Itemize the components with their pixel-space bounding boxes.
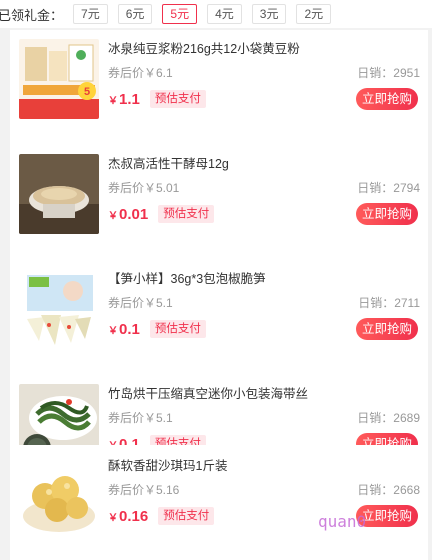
product-title[interactable]: 杰叔高活性干酵母12g xyxy=(108,153,418,172)
coupon-chip-6[interactable]: 6元 xyxy=(117,4,153,24)
svg-text:5: 5 xyxy=(84,86,90,98)
after-coupon-price: 券后价￥6.1 xyxy=(108,66,173,80)
product-title[interactable]: 冰泉纯豆浆粉216g共12小袋黄豆粉 xyxy=(108,38,418,57)
buy-now-button[interactable]: 立即抢购 xyxy=(355,203,418,225)
estimated-pay-tag: 预估支付 xyxy=(149,320,206,338)
estimated-price: ￥0.16 xyxy=(108,507,149,525)
estimated-price: ￥0.1 xyxy=(108,320,140,338)
estimated-price: ￥0.01 xyxy=(108,205,149,223)
product-title[interactable]: 【笋小样】36g*3包泡椒脆笋 xyxy=(108,268,418,287)
after-coupon-price: 券后价￥5.1 xyxy=(108,411,173,425)
price-row: ￥0.16 预估支付 xyxy=(108,507,215,525)
buy-now-button[interactable]: 立即抢购 xyxy=(355,318,418,340)
product-card[interactable]: 【笋小样】36g*3包泡椒脆笋 券后价￥5.1 日销：2711 ￥0.1 预估支… xyxy=(10,260,428,375)
price-row: ￥0.01 预估支付 xyxy=(108,205,215,223)
product-card[interactable]: 酥软香甜沙琪玛1斤装 券后价￥5.16 日销：2668 ￥0.16 预估支付 立… xyxy=(10,447,428,559)
daily-sales: 日销：2668 xyxy=(357,483,420,497)
daily-sales: 日销：2951 xyxy=(357,66,420,80)
buy-now-button[interactable]: 立即抢购 xyxy=(355,505,418,527)
price-row: ￥0.1 预估支付 xyxy=(108,320,206,338)
coupon-chip-5-selected[interactable]: 5元 xyxy=(162,4,198,24)
daily-sales: 日销：2689 xyxy=(357,411,420,425)
daily-sales: 日销：2711 xyxy=(358,296,420,310)
coupon-chip-3[interactable]: 3元 xyxy=(251,4,287,24)
coupon-filter-bar: 已领礼金： 7元 6元 5元 4元 3元 2元 xyxy=(0,0,432,28)
buy-now-button[interactable]: 立即抢购 xyxy=(355,88,418,110)
product-card[interactable]: 5 冰泉纯豆浆粉216g共12小袋黄豆粉 券后价￥6.1 日销：2951 ￥1.… xyxy=(10,30,428,145)
coupon-filter-label: 已领礼金： xyxy=(0,7,64,23)
sachima-pastry-icon[interactable] xyxy=(19,456,99,536)
after-coupon-price: 券后价￥5.16 xyxy=(108,483,180,497)
yeast-bowl-icon[interactable] xyxy=(19,154,99,234)
estimated-price: ￥1.1 xyxy=(108,90,140,108)
after-coupon-price: 券后价￥5.1 xyxy=(108,296,173,310)
after-coupon-price: 券后价￥5.01 xyxy=(108,181,180,195)
estimated-pay-tag: 预估支付 xyxy=(149,90,206,108)
estimated-pay-tag: 预估支付 xyxy=(158,205,215,223)
estimated-pay-tag: 预估支付 xyxy=(158,507,215,525)
price-row: ￥1.1 预估支付 xyxy=(108,90,206,108)
daily-sales: 日销：2794 xyxy=(357,181,420,195)
product-title[interactable]: 竹岛烘干压缩真空迷你小包装海带丝 xyxy=(108,383,418,402)
soy-milk-powder-icon[interactable]: 5 xyxy=(19,39,99,119)
coupon-chip-2[interactable]: 2元 xyxy=(296,4,332,24)
coupon-chip-4[interactable]: 4元 xyxy=(207,4,242,24)
bamboo-shoots-icon[interactable] xyxy=(19,269,99,349)
product-title[interactable]: 酥软香甜沙琪玛1斤装 xyxy=(108,455,418,474)
product-card[interactable]: 杰叔高活性干酵母12g 券后价￥5.01 日销：2794 ￥0.01 预估支付 … xyxy=(10,145,428,260)
coupon-chip-7[interactable]: 7元 xyxy=(73,4,108,24)
